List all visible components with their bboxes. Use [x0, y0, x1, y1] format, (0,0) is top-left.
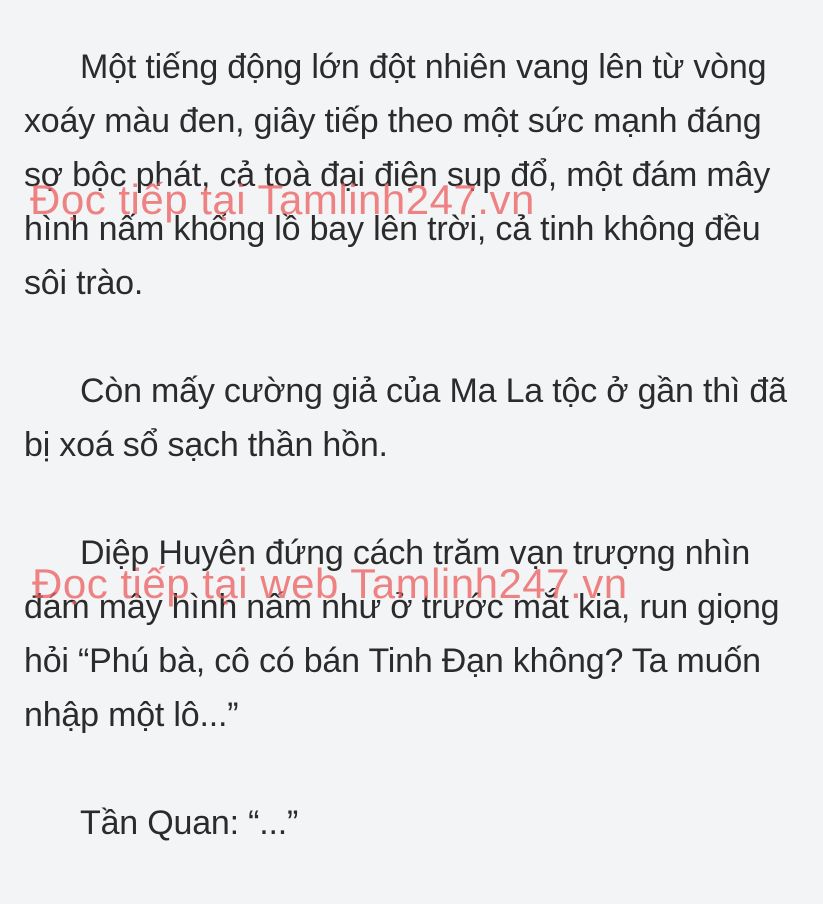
story-paragraph-2: Còn mấy cường giả của Ma La tộc ở gần th…	[24, 372, 787, 464]
reading-content: Một tiếng động lớn đột nhiên vang lên từ…	[24, 40, 794, 904]
story-paragraph-4: Tần Quan: “...”	[80, 804, 299, 842]
story-paragraph-3: Diệp Huyên đứng cách trăm vạn trượng nhì…	[24, 534, 780, 734]
story-paragraph-1: Một tiếng động lớn đột nhiên vang lên từ…	[24, 48, 771, 302]
